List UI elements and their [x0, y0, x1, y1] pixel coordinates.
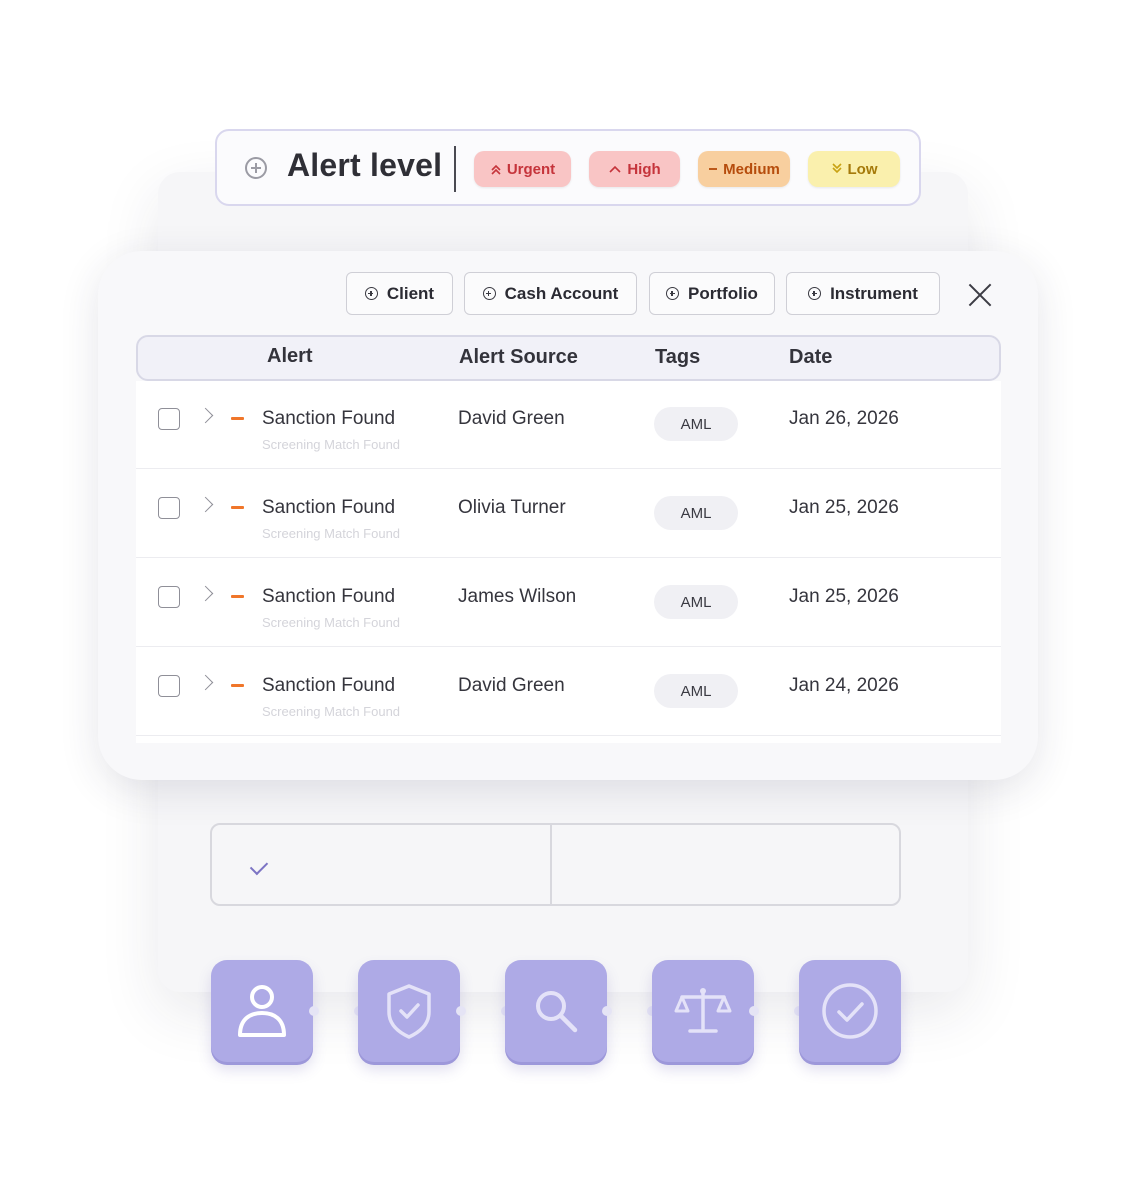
filter-label: Client	[386, 283, 435, 303]
close-icon[interactable]	[965, 279, 995, 309]
add-instrument-filter-button[interactable]: Instrument	[786, 272, 940, 315]
workflow-step-shield[interactable]	[358, 960, 460, 1062]
alerts-panel: Client Cash Account Portfolio Instrument…	[98, 251, 1038, 780]
chevron-right-icon[interactable]	[197, 496, 214, 513]
level-chip-low[interactable]: Low	[808, 151, 900, 187]
add-circle-icon[interactable]	[245, 157, 267, 179]
table-row[interactable]: Sanction Found Screening Match Found Jam…	[136, 559, 1001, 647]
step-connector	[749, 1006, 759, 1016]
alert-subtitle: Screening Match Found	[262, 704, 401, 719]
filter-label: Cash Account	[504, 283, 619, 303]
table-row[interactable]: Sanction Found Screening Match Found Dav…	[136, 381, 1001, 469]
tag-badge: AML	[654, 674, 738, 708]
medium-priority-icon	[231, 417, 244, 420]
chevron-right-icon[interactable]	[197, 585, 214, 602]
step-connector	[309, 1006, 319, 1016]
plus-circle-icon	[666, 287, 680, 300]
check-circle-icon	[822, 983, 878, 1039]
scales-icon	[674, 988, 732, 1033]
chevron-right-icon[interactable]	[197, 407, 214, 424]
alert-date: Jan 26, 2026	[789, 408, 899, 429]
row-checkbox[interactable]	[158, 497, 180, 519]
alert-source: David Green	[458, 675, 565, 696]
alert-source: James Wilson	[458, 586, 577, 607]
alert-date: Jan 25, 2026	[789, 586, 899, 607]
workflow-step-scales[interactable]	[652, 960, 754, 1062]
add-client-filter-button[interactable]: Client	[346, 272, 453, 315]
chevron-right-icon[interactable]	[197, 674, 214, 691]
level-chip-high[interactable]: High	[589, 151, 680, 187]
tag-badge: AML	[654, 496, 738, 530]
column-header-alert-source[interactable]: Alert Source	[459, 346, 578, 369]
shield-check-icon	[387, 984, 431, 1039]
plus-circle-icon	[482, 287, 496, 300]
plus-circle-icon	[364, 287, 378, 300]
workflow-step-complete[interactable]	[799, 960, 901, 1062]
medium-priority-icon	[231, 506, 244, 509]
add-portfolio-filter-button[interactable]: Portfolio	[649, 272, 775, 315]
search-icon	[536, 991, 578, 1033]
step-connector	[602, 1006, 612, 1016]
alert-title: Sanction Found	[262, 675, 396, 696]
alert-title: Sanction Found	[262, 586, 396, 607]
alert-level-title: Alert level	[287, 147, 443, 183]
chevron-up-icon	[609, 165, 621, 173]
column-header-alert[interactable]: Alert	[267, 345, 313, 368]
alert-level-bar: Alert level Urgent High Medium Low	[215, 129, 921, 206]
divider	[454, 146, 456, 192]
alert-date: Jan 25, 2026	[789, 497, 899, 518]
tag-badge: AML	[654, 407, 738, 441]
alert-title: Sanction Found	[262, 408, 396, 429]
column-header-date[interactable]: Date	[789, 346, 832, 369]
level-chip-urgent[interactable]: Urgent	[474, 151, 571, 187]
alert-date: Jan 24, 2026	[789, 675, 899, 696]
medium-priority-icon	[231, 684, 244, 687]
row-checkbox[interactable]	[158, 586, 180, 608]
row-checkbox[interactable]	[158, 408, 180, 430]
table-row[interactable]: Sanction Found Screening Match Found Dav…	[136, 648, 1001, 736]
alert-subtitle: Screening Match Found	[262, 615, 401, 630]
alert-subtitle: Screening Match Found	[262, 437, 401, 452]
table-header: Alert Alert Source Tags Date	[136, 335, 1001, 381]
level-label: Low	[847, 160, 878, 178]
workflow-step-user[interactable]	[211, 960, 313, 1062]
divider	[550, 825, 552, 904]
double-chevron-up-icon	[491, 164, 501, 175]
alert-source: David Green	[458, 408, 565, 429]
status-box	[210, 823, 901, 906]
level-label: Urgent	[506, 160, 556, 178]
filter-label: Portfolio	[688, 283, 758, 303]
workflow-step-search[interactable]	[505, 960, 607, 1062]
medium-priority-icon	[231, 595, 244, 598]
double-chevron-down-icon	[831, 163, 842, 174]
level-label: Medium	[723, 160, 780, 178]
tag-badge: AML	[654, 585, 738, 619]
filter-label: Instrument	[830, 283, 918, 303]
step-connector	[456, 1006, 466, 1016]
table-row[interactable]: Sanction Found Screening Match Found Oli…	[136, 470, 1001, 558]
alert-title: Sanction Found	[262, 497, 396, 518]
dash-icon	[709, 168, 718, 170]
alert-source: Olivia Turner	[458, 497, 566, 518]
add-cash-account-filter-button[interactable]: Cash Account	[464, 272, 637, 315]
table-body: Sanction Found Screening Match Found Dav…	[136, 381, 1001, 743]
level-chip-medium[interactable]: Medium	[698, 151, 790, 187]
alert-subtitle: Screening Match Found	[262, 526, 401, 541]
column-header-tags[interactable]: Tags	[655, 346, 700, 369]
row-checkbox[interactable]	[158, 675, 180, 697]
level-label: High	[627, 160, 661, 178]
plus-circle-icon	[808, 287, 822, 300]
check-icon	[249, 856, 269, 876]
user-icon	[238, 985, 286, 1037]
